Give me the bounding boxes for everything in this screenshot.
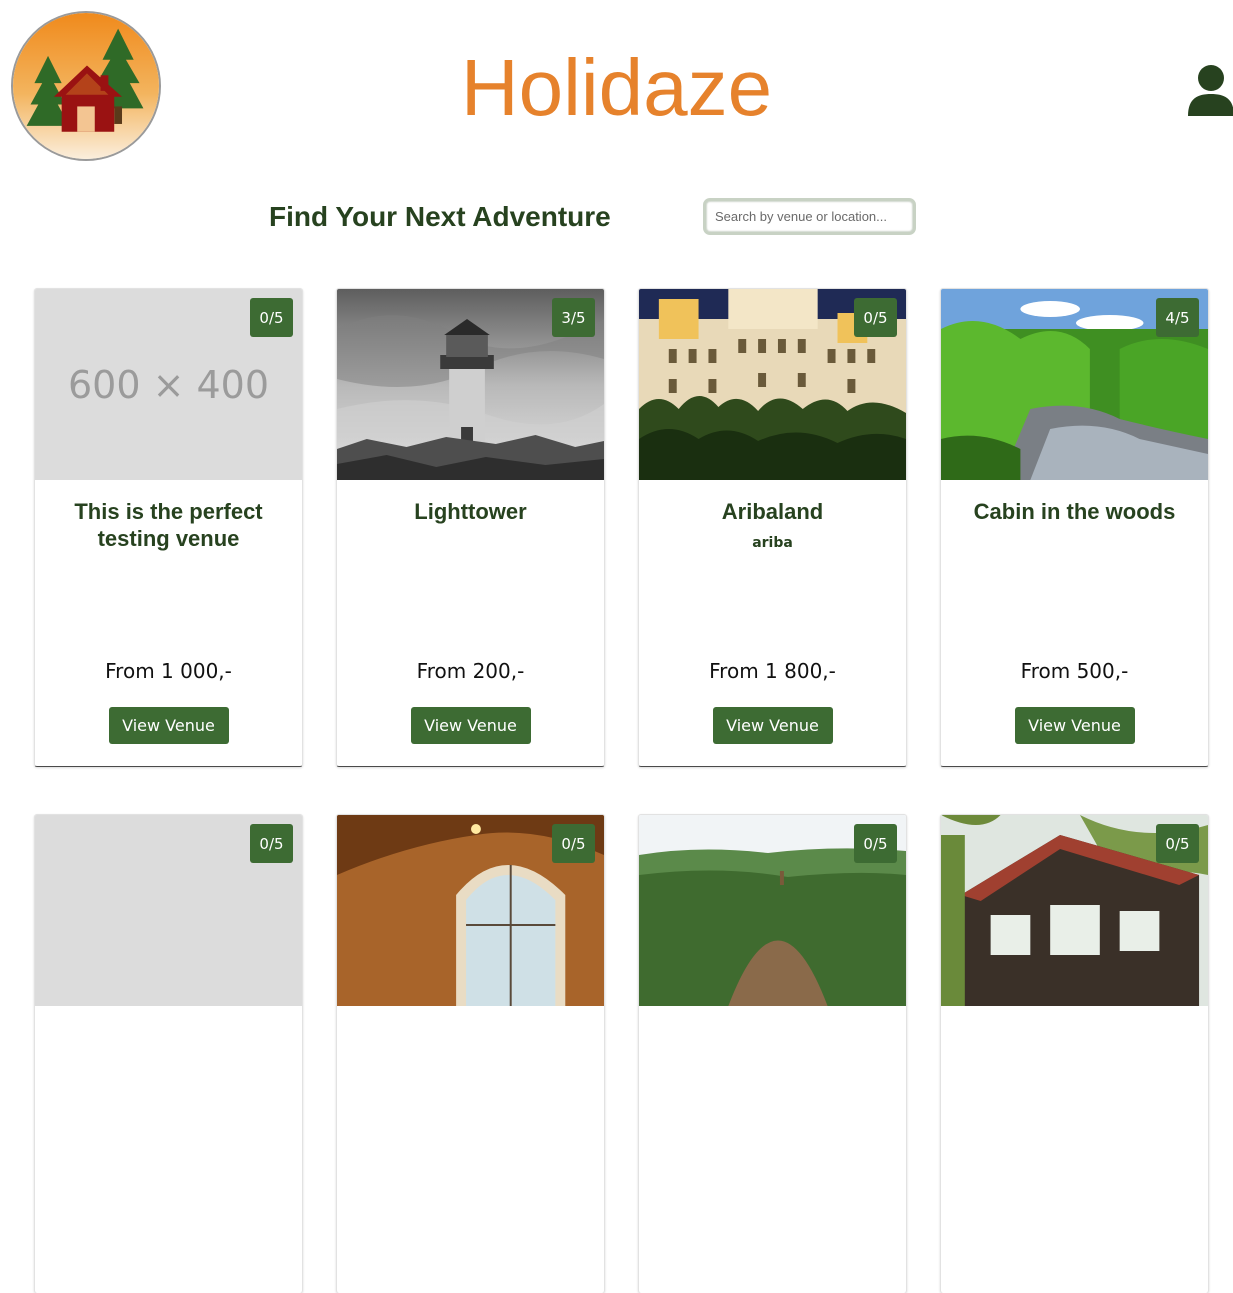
venue-card: 0/5 Aribaland ariba From 1 800,- View Ve… [638,288,907,767]
venue-card: 3/5 Lighttower From 200,- View Venue [336,288,605,767]
venue-title: Aribaland [721,499,824,524]
venue-card: 0/5 [940,814,1209,1293]
rating-badge: 0/5 [250,824,293,863]
venue-card: 0/5 [638,814,907,1293]
venue-title: Lighttower [414,499,527,524]
venue-price: From 500,- [1020,659,1129,683]
search-input[interactable] [703,198,916,235]
view-venue-button[interactable]: View Venue [410,707,531,744]
rating-badge: 4/5 [1156,298,1199,337]
venue-card: 0/5 [336,814,605,1293]
rating-badge: 3/5 [552,298,595,337]
venue-price: From 200,- [416,659,525,683]
venue-price: From 1 000,- [105,659,232,683]
venue-card: 0/5 [34,814,303,1293]
venue-title: Cabin in the woods [973,499,1176,524]
rating-badge: 0/5 [854,298,897,337]
view-venue-button[interactable]: View Venue [1014,707,1135,744]
rating-badge: 0/5 [1156,824,1199,863]
site-title: Holidaze [460,43,773,132]
venue-price: From 1 800,- [709,659,836,683]
user-icon[interactable] [1188,64,1233,116]
venue-card: 600 × 400 0/5 This is the perfect testin… [34,288,303,767]
venue-title: This is the perfect testing venue [74,499,263,551]
venue-card: 4/5 Cabin in the woods From 500,- View V… [940,288,1209,767]
rating-badge: 0/5 [552,824,595,863]
view-venue-button[interactable]: View Venue [712,707,833,744]
view-venue-button[interactable]: View Venue [108,707,229,744]
rating-badge: 0/5 [250,298,293,337]
page-heading: Find Your Next Adventure [269,201,611,232]
rating-badge: 0/5 [854,824,897,863]
venue-subtitle: ariba [752,535,793,551]
